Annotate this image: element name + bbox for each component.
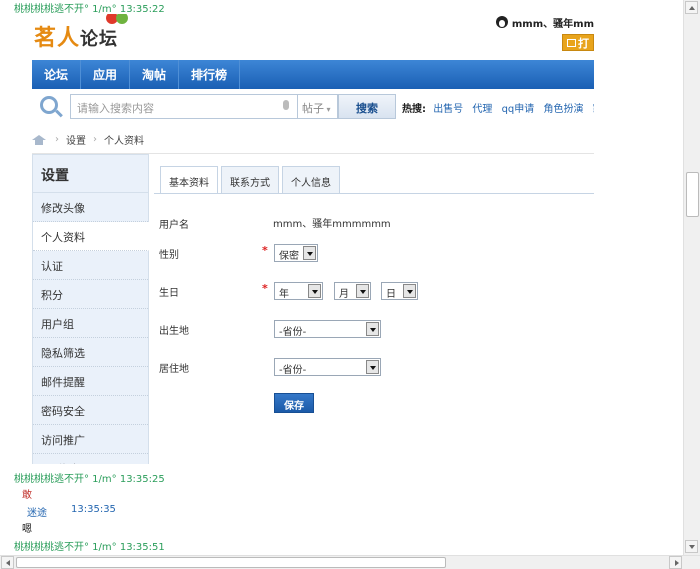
scroll-left-icon[interactable] — [1, 556, 14, 569]
tab-personal[interactable]: 个人信息 — [282, 166, 340, 193]
chevron-down-icon — [303, 246, 316, 260]
birth-month-select[interactable]: 月 — [334, 282, 371, 300]
forum-screenshot-frame: 茗人论坛 mmm、骚年mm 打 论坛 应用 淘帖 排行榜 请输入搜索内容 帖子 … — [14, 14, 594, 464]
search-type-label: 帖子 — [302, 102, 324, 115]
birthplace-value: -省份- — [279, 327, 307, 338]
logo-balloons-icon — [104, 14, 134, 28]
settings-sidebar: 设置 修改头像 个人资料 认证 积分 用户组 隐私筛选 邮件提醒 密码安全 访问… — [32, 154, 149, 464]
chevron-down-icon — [403, 284, 416, 298]
chat-timestamp-line: 桃桃桃桃逃不开° 1/m° 13:35:51 — [14, 542, 165, 553]
birthplace-label: 出生地 — [159, 326, 189, 337]
logo-text-sub: 论坛 — [80, 29, 119, 50]
vertical-scroll-thumb[interactable] — [686, 172, 699, 217]
residence-value: -省份- — [279, 365, 307, 376]
save-button[interactable]: 保存 — [274, 393, 314, 413]
site-header: 茗人论坛 mmm、骚年mm 打 — [14, 14, 594, 60]
search-icon — [40, 96, 58, 114]
hot-link[interactable]: 代理 — [472, 104, 492, 115]
sidebar-item-usergroup[interactable]: 用户组 — [33, 309, 148, 338]
nav-item-forum[interactable]: 论坛 — [32, 60, 82, 89]
required-mark: * — [262, 282, 268, 295]
residence-label: 居住地 — [159, 364, 189, 375]
sidebar-item-qq[interactable]: QQ绑定 — [33, 454, 148, 464]
microphone-icon[interactable] — [283, 100, 289, 110]
horizontal-scrollbar[interactable] — [0, 555, 700, 569]
chat-timestamp-line: 桃桃桃桃逃不开° 1/m° 13:35:25 — [14, 474, 165, 485]
user-info[interactable]: mmm、骚年mm — [495, 14, 594, 30]
username-label: 用户名 — [159, 220, 189, 231]
required-mark: * — [262, 244, 268, 257]
sidebar-item-promotion[interactable]: 访问推广 — [33, 425, 148, 454]
year-value: 年 — [279, 289, 289, 300]
username-value: mmm、骚年mmmmmm — [273, 219, 391, 230]
birth-day-select[interactable]: 日 — [381, 282, 418, 300]
vertical-scrollbar[interactable] — [683, 0, 700, 555]
horizontal-scroll-thumb[interactable] — [16, 557, 446, 568]
checkin-icon — [567, 38, 576, 47]
gender-select[interactable]: 保密 — [274, 244, 318, 262]
chat-time: 13:35:35 — [71, 504, 116, 515]
gender-value: 保密 — [279, 251, 299, 262]
chevron-down-icon — [366, 322, 379, 336]
day-value: 日 — [386, 289, 396, 300]
birthplace-select[interactable]: -省份- — [274, 320, 381, 338]
sidebar-item-avatar[interactable]: 修改头像 — [33, 193, 148, 222]
breadcrumb-separator: › — [55, 134, 59, 145]
hot-label: 热搜: — [402, 104, 426, 115]
birth-year-select[interactable]: 年 — [274, 282, 323, 300]
chat-username[interactable]: 迷途 — [27, 504, 47, 519]
qq-penguin-icon — [495, 16, 508, 28]
profile-panel: 基本资料 联系方式 个人信息 用户名 mmm、骚年mmmmmm 性别 * 保密 … — [154, 166, 594, 464]
chevron-down-icon — [308, 284, 321, 298]
hot-link[interactable]: 角色扮演 — [543, 104, 583, 115]
search-type-select[interactable]: 帖子 ▾ — [298, 94, 338, 119]
hot-link[interactable]: qq申请 — [502, 104, 535, 115]
sidebar-item-profile[interactable]: 个人资料 — [33, 222, 149, 251]
tab-contact[interactable]: 联系方式 — [221, 166, 279, 193]
tab-divider — [154, 193, 594, 194]
username[interactable]: mmm、骚年mm — [512, 15, 594, 30]
scroll-up-icon[interactable] — [685, 1, 698, 14]
scroll-right-icon[interactable] — [669, 556, 682, 569]
residence-select[interactable]: -省份- — [274, 358, 381, 376]
site-logo[interactable]: 茗人论坛 — [34, 14, 128, 52]
gender-label: 性别 — [159, 250, 179, 261]
chat-timestamp-line: 桃桃桃桃逃不开° 1/m° 13:35:22 — [14, 4, 165, 15]
breadcrumb: › 设置 › 个人资料 — [32, 126, 594, 154]
main-nav: 论坛 应用 淘帖 排行榜 — [32, 60, 594, 89]
nav-item-taotie[interactable]: 淘帖 — [130, 60, 180, 89]
logo-text-main: 茗人 — [34, 25, 81, 51]
nav-item-ranking[interactable]: 排行榜 — [179, 60, 241, 89]
hot-link[interactable]: 家 — [593, 104, 594, 115]
chevron-down-icon — [356, 284, 369, 298]
chevron-down-icon — [366, 360, 379, 374]
sidebar-item-privacy[interactable]: 隐私筛选 — [33, 338, 148, 367]
chevron-down-icon: ▾ — [324, 105, 331, 114]
birthday-label: 生日 — [159, 288, 179, 299]
breadcrumb-separator: › — [93, 134, 97, 145]
sidebar-item-password[interactable]: 密码安全 — [33, 396, 148, 425]
checkin-label: 打 — [578, 36, 589, 50]
scroll-down-icon[interactable] — [685, 540, 698, 553]
tab-basic[interactable]: 基本资料 — [160, 166, 218, 194]
chat-message: 敢 — [22, 490, 32, 501]
profile-tabs: 基本资料 联系方式 个人信息 — [160, 166, 340, 194]
home-icon[interactable] — [32, 134, 46, 145]
sidebar-item-email[interactable]: 邮件提醒 — [33, 367, 148, 396]
hot-link[interactable]: 出售号 — [433, 104, 463, 115]
nav-item-apps[interactable]: 应用 — [81, 60, 131, 89]
search-bar: 请输入搜索内容 帖子 ▾ 搜索 热搜: 出售号 代理 qq申请 角色扮演 家 — [32, 91, 594, 123]
breadcrumb-profile: 个人资料 — [104, 136, 144, 147]
sidebar-item-credits[interactable]: 积分 — [33, 280, 148, 309]
breadcrumb-settings[interactable]: 设置 — [66, 132, 86, 147]
search-input[interactable]: 请输入搜索内容 — [70, 94, 298, 119]
search-button[interactable]: 搜索 — [338, 94, 396, 119]
checkin-button[interactable]: 打 — [562, 34, 594, 51]
month-value: 月 — [339, 289, 349, 300]
hot-searches: 热搜: 出售号 代理 qq申请 角色扮演 家 — [402, 100, 594, 115]
sidebar-title: 设置 — [33, 155, 148, 193]
sidebar-item-verify[interactable]: 认证 — [33, 251, 148, 280]
chat-message: 嗯 — [22, 524, 32, 535]
